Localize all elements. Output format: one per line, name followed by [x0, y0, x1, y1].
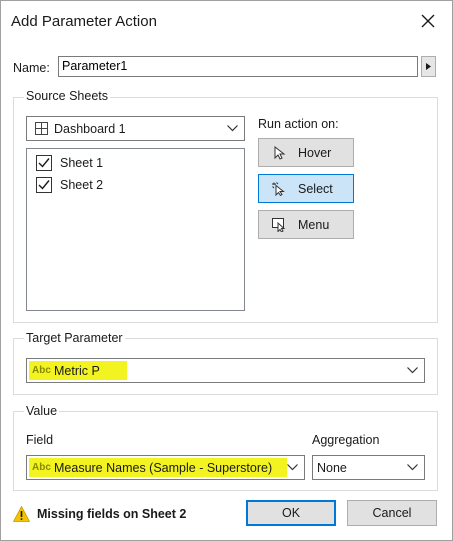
string-type-icon: Abc — [32, 462, 51, 473]
string-type-icon: Abc — [32, 365, 51, 376]
select-button[interactable]: Select — [258, 174, 354, 203]
pointer-icon — [274, 146, 286, 160]
chevron-down-icon — [407, 367, 418, 374]
menu-button[interactable]: Menu — [258, 210, 354, 239]
target-parameter-title: Target Parameter — [24, 331, 125, 345]
dashboard-select[interactable]: Dashboard 1 — [26, 116, 245, 141]
field-label: Field — [26, 433, 54, 447]
field-select[interactable]: Abc Measure Names (Sample - Superstore) — [26, 455, 305, 480]
dashboard-select-value: Dashboard 1 — [54, 122, 126, 136]
checkmark-icon — [38, 180, 50, 190]
name-label: Name: — [13, 61, 50, 75]
cancel-button[interactable]: Cancel — [347, 500, 437, 526]
close-icon — [421, 14, 435, 28]
chevron-down-icon — [287, 464, 298, 471]
field-select-value: Measure Names (Sample - Superstore) — [54, 461, 273, 475]
list-item-sheet-2[interactable]: Sheet 2 — [36, 175, 236, 195]
dialog-title: Add Parameter Action — [11, 13, 157, 30]
ok-button[interactable]: OK — [246, 500, 336, 526]
sheet-2-checkbox[interactable] — [36, 177, 52, 193]
sheet-1-checkbox[interactable] — [36, 155, 52, 171]
aggregation-select-value: None — [317, 461, 347, 475]
aggregation-label: Aggregation — [312, 433, 380, 447]
sheets-list: Sheet 1 Sheet 2 — [26, 148, 245, 311]
chevron-down-icon — [407, 464, 418, 471]
target-parameter-value: Metric P — [54, 364, 100, 378]
warning-message: Missing fields on Sheet 2 — [37, 507, 187, 521]
menu-button-label: Menu — [298, 218, 330, 232]
menu-icon — [272, 218, 286, 232]
run-action-label: Run action on: — [258, 117, 339, 131]
name-insert-button[interactable] — [421, 56, 436, 77]
caret-right-icon — [426, 63, 431, 70]
hover-button[interactable]: Hover — [258, 138, 354, 167]
warning-icon — [13, 506, 30, 522]
sheet-1-label: Sheet 1 — [60, 156, 104, 170]
name-input[interactable]: Parameter1 — [58, 56, 418, 77]
close-button[interactable] — [418, 11, 438, 31]
list-item-sheet-1[interactable]: Sheet 1 — [36, 153, 236, 173]
source-sheets-title: Source Sheets — [24, 89, 110, 103]
hover-button-label: Hover — [298, 146, 332, 160]
aggregation-select[interactable]: None — [312, 455, 425, 480]
checkmark-icon — [38, 158, 50, 168]
select-button-label: Select — [298, 182, 333, 196]
value-title: Value — [24, 404, 60, 418]
add-parameter-action-dialog: Add Parameter Action Name: Parameter1 So… — [0, 0, 453, 541]
chevron-down-icon — [227, 125, 238, 132]
select-pointer-icon — [272, 182, 285, 196]
title-bar: Add Parameter Action — [1, 1, 452, 41]
target-parameter-select[interactable]: Abc Metric P — [26, 358, 425, 383]
dashboard-icon — [35, 122, 48, 135]
sheet-2-label: Sheet 2 — [60, 178, 104, 192]
